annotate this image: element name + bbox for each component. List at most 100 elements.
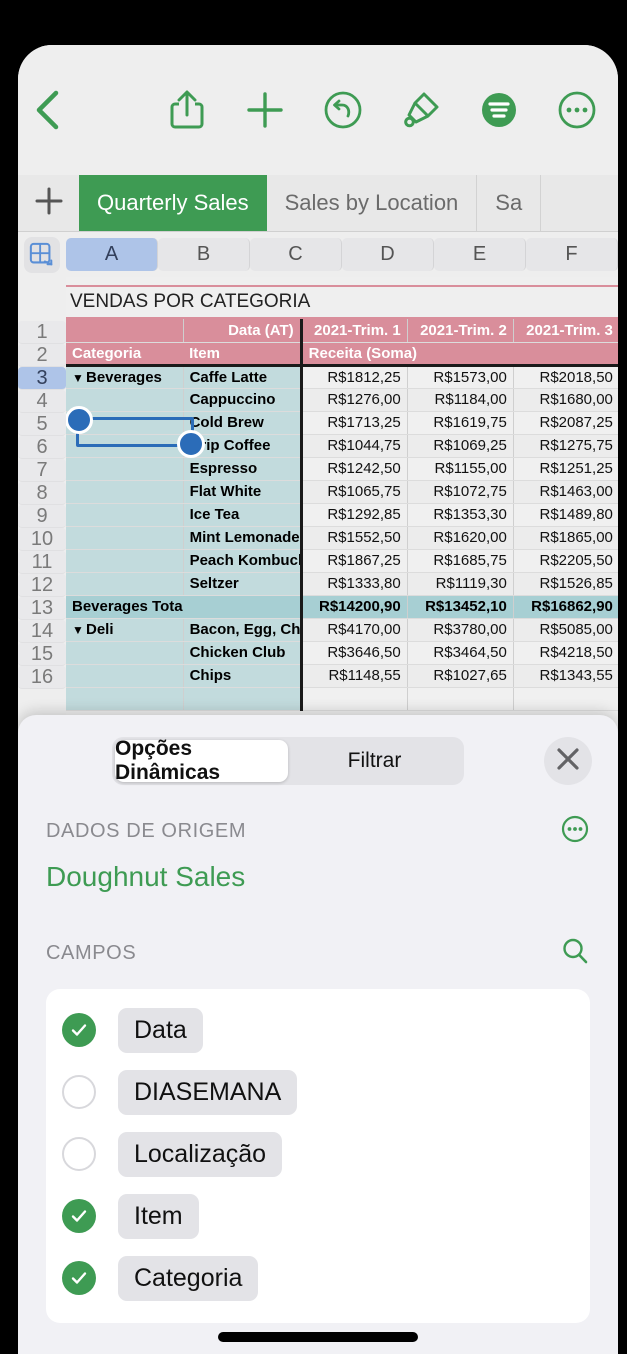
- share-button[interactable]: [148, 45, 226, 175]
- column-header-f[interactable]: F: [526, 238, 618, 271]
- field-label[interactable]: Data: [118, 1007, 203, 1053]
- source-name[interactable]: Doughnut Sales: [18, 855, 618, 893]
- column-header-d[interactable]: D: [342, 238, 434, 271]
- cell-q2[interactable]: R$1155,00: [407, 457, 514, 481]
- field-checkbox-checked[interactable]: [62, 1199, 96, 1233]
- cell-category[interactable]: ▼ Beverages: [66, 365, 184, 389]
- cell-category[interactable]: [66, 457, 184, 481]
- cell-category[interactable]: [66, 549, 184, 573]
- cell-q3[interactable]: R$4218,50: [513, 641, 618, 665]
- cell-q3[interactable]: R$2205,50: [513, 549, 618, 573]
- cell-q2[interactable]: R$3464,50: [407, 641, 514, 665]
- cell-q2[interactable]: R$1619,75: [407, 411, 514, 435]
- cell-q1[interactable]: R$1333,80: [301, 572, 408, 596]
- sheet-tab-quarterly-sales[interactable]: Quarterly Sales: [79, 175, 267, 231]
- table-row[interactable]: ▼ Beverages Caffe Latte R$1812,25 R$1573,…: [66, 365, 618, 389]
- cell-item[interactable]: Seltzer: [183, 572, 303, 596]
- cell-item[interactable]: Mint Lemonade: [183, 526, 303, 550]
- row-header-7[interactable]: 7: [18, 459, 66, 482]
- cell-item[interactable]: Drip Coffee: [183, 434, 303, 458]
- column-header-a[interactable]: A: [66, 238, 158, 271]
- cell-q1[interactable]: R$1867,25: [301, 549, 408, 573]
- cell-item[interactable]: Caffe Latte: [183, 365, 303, 389]
- table-row[interactable]: Chicken Club R$3646,50 R$3464,50 R$4218,…: [66, 641, 618, 665]
- cell-q1[interactable]: R$1812,25: [301, 365, 408, 389]
- cell-q1[interactable]: R$1148,55: [301, 664, 408, 688]
- segment-filtrar[interactable]: Filtrar: [288, 740, 461, 782]
- panel-segmented-control[interactable]: Opções Dinâmicas Filtrar: [112, 737, 464, 785]
- cell-q1[interactable]: R$1242,50: [301, 457, 408, 481]
- cell-q2[interactable]: R$1685,75: [407, 549, 514, 573]
- cell-q3[interactable]: R$1489,80: [513, 503, 618, 527]
- cell-item[interactable]: Ice Tea: [183, 503, 303, 527]
- column-header-e[interactable]: E: [434, 238, 526, 271]
- cell-q1[interactable]: R$1713,25: [301, 411, 408, 435]
- cell-q2[interactable]: R$1069,25: [407, 434, 514, 458]
- source-more-button[interactable]: [560, 814, 590, 849]
- cell-q2[interactable]: R$1353,30: [407, 503, 514, 527]
- row-header-16[interactable]: 16: [18, 666, 66, 689]
- cell-q2[interactable]: R$1027,65: [407, 664, 514, 688]
- field-row-categoria[interactable]: Categoria: [46, 1247, 590, 1309]
- row-header-12[interactable]: 12: [18, 574, 66, 597]
- cell-q2[interactable]: [407, 687, 514, 711]
- field-label[interactable]: Localização: [118, 1131, 283, 1177]
- back-button[interactable]: [18, 45, 76, 175]
- field-checkbox-unchecked[interactable]: [62, 1075, 96, 1109]
- format-button[interactable]: [382, 45, 460, 175]
- sheet-tab-sales-by-location[interactable]: Sales by Location: [266, 175, 478, 231]
- cell-q1[interactable]: R$1552,50: [301, 526, 408, 550]
- row-header-10[interactable]: 10: [18, 528, 66, 551]
- row-header-9[interactable]: 9: [18, 505, 66, 528]
- cell-item[interactable]: Espresso: [183, 457, 303, 481]
- undo-button[interactable]: [304, 45, 382, 175]
- cell-q3[interactable]: R$1343,55: [513, 664, 618, 688]
- add-table-icon[interactable]: [24, 236, 60, 273]
- grid-corner[interactable]: [18, 232, 66, 277]
- cell-q3[interactable]: R$1865,00: [513, 526, 618, 550]
- cell-q1[interactable]: R$1292,85: [301, 503, 408, 527]
- cell-q1[interactable]: R$3646,50: [301, 641, 408, 665]
- table-row-total[interactable]: Beverages Total R$14200,90 R$13452,10 R$…: [66, 595, 618, 619]
- field-row-item[interactable]: Item: [46, 1185, 590, 1247]
- close-button[interactable]: [544, 737, 592, 785]
- row-header-1[interactable]: 1: [18, 321, 66, 344]
- cell-q3[interactable]: R$1680,00: [513, 388, 618, 412]
- cell-q1[interactable]: [301, 687, 408, 711]
- table-row[interactable]: Espresso R$1242,50 R$1155,00 R$1251,25 R…: [66, 457, 618, 481]
- row-header-6[interactable]: 6: [18, 436, 66, 459]
- cell-category[interactable]: [66, 388, 184, 412]
- cell-category[interactable]: [66, 434, 184, 458]
- cell-category[interactable]: [66, 572, 184, 596]
- column-header-b[interactable]: B: [158, 238, 250, 271]
- cell-category[interactable]: [66, 641, 184, 665]
- table-row[interactable]: Chips R$1148,55 R$1027,65 R$1343,55 R$17…: [66, 664, 618, 688]
- table-row[interactable]: Cappuccino R$1276,00 R$1184,00 R$1680,00…: [66, 388, 618, 412]
- table-row[interactable]: Ice Tea R$1292,85 R$1353,30 R$1489,80 R$…: [66, 503, 618, 527]
- cell-category[interactable]: [66, 526, 184, 550]
- table-row[interactable]: Mint Lemonade R$1552,50 R$1620,00 R$1865…: [66, 526, 618, 550]
- cell-q2[interactable]: R$3780,00: [407, 618, 514, 642]
- cell-q2[interactable]: R$1573,00: [407, 365, 514, 389]
- table-row[interactable]: Cold Brew R$1713,25 R$1619,75 R$2087,25 …: [66, 411, 618, 435]
- field-row-diasemana[interactable]: DIASEMANA: [46, 1061, 590, 1123]
- cell-q1[interactable]: R$1065,75: [301, 480, 408, 504]
- cell-category[interactable]: ▼ Deli: [66, 618, 184, 642]
- table-row[interactable]: Flat White R$1065,75 R$1072,75 R$1463,00…: [66, 480, 618, 504]
- field-checkbox-checked[interactable]: [62, 1261, 96, 1295]
- row-header-8[interactable]: 8: [18, 482, 66, 505]
- cell-category[interactable]: [66, 480, 184, 504]
- organize-button[interactable]: [460, 45, 538, 175]
- cell-q3[interactable]: [513, 687, 618, 711]
- cell-category[interactable]: [66, 687, 184, 711]
- cell-total-q3[interactable]: R$16862,90: [513, 595, 618, 619]
- cell-q2[interactable]: R$1184,00: [407, 388, 514, 412]
- cell-q1[interactable]: R$1276,00: [301, 388, 408, 412]
- field-row-localizacao[interactable]: Localização: [46, 1123, 590, 1185]
- cell-total-q1[interactable]: R$14200,90: [301, 595, 408, 619]
- add-sheet-button[interactable]: [18, 175, 79, 231]
- cell-q3[interactable]: R$2018,50: [513, 365, 618, 389]
- cell-category[interactable]: [66, 503, 184, 527]
- table-row[interactable]: [66, 687, 618, 711]
- table-row[interactable]: ▼Deli Bacon, Egg, Cheese R$4170,00 R$378…: [66, 618, 618, 642]
